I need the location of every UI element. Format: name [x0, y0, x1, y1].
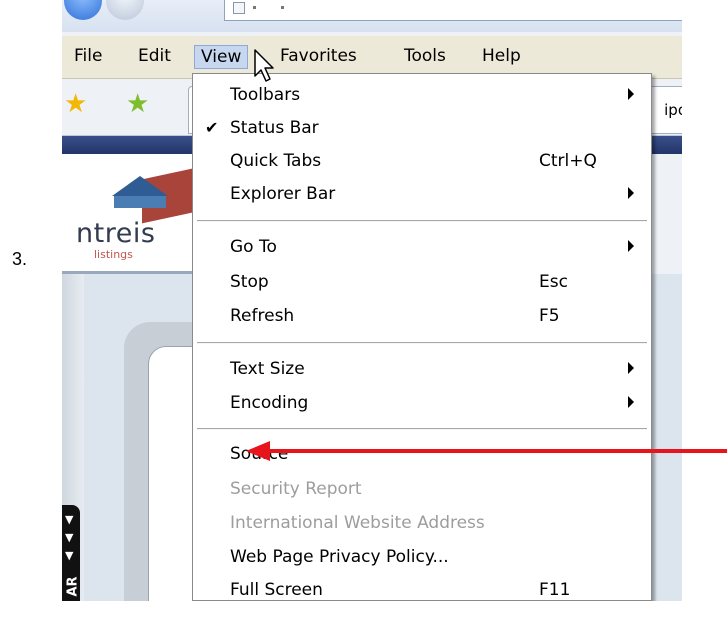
- menu-item-refresh[interactable]: Refresh F5: [193, 300, 651, 333]
- menu-item-label: Quick Tabs: [230, 151, 322, 171]
- menu-item-go-to[interactable]: Go To: [193, 231, 651, 264]
- add-favorites-icon[interactable]: ★: [126, 91, 149, 117]
- checkmark-icon: ✔: [205, 118, 219, 137]
- menu-item-label: Security Report: [230, 479, 362, 499]
- menu-item-text-size[interactable]: Text Size: [193, 353, 651, 386]
- menu-item-label: Encoding: [230, 393, 309, 413]
- favorites-star-icon[interactable]: ★: [64, 91, 87, 117]
- menu-item-shortcut: F5: [539, 306, 560, 326]
- menu-edit[interactable]: Edit: [132, 45, 177, 67]
- menu-item-security-report: Security Report: [193, 473, 651, 506]
- menu-item-quick-tabs[interactable]: Quick Tabs Ctrl+Q: [193, 145, 651, 178]
- menu-item-label: Text Size: [230, 359, 305, 379]
- side-panel-tab[interactable]: ▼ ▼ ▼ AR: [62, 505, 81, 601]
- menu-item-label: Full Screen: [230, 580, 323, 600]
- site-logo[interactable]: ntreis listings: [62, 154, 210, 274]
- address-bar[interactable]: [224, 0, 682, 21]
- address-text-fragment: [253, 6, 256, 9]
- logo-roof: [112, 176, 168, 196]
- logo-underline: [62, 271, 210, 274]
- menu-item-stop[interactable]: Stop Esc: [193, 266, 651, 299]
- menu-item-shortcut: Ctrl+Q: [539, 151, 597, 171]
- menu-view[interactable]: View: [194, 45, 249, 69]
- submenu-arrow-icon: [628, 240, 634, 252]
- expand-arrow-icon: ▼: [65, 513, 74, 526]
- logo-tagline: listings: [94, 248, 133, 261]
- step-number: 3.: [12, 249, 28, 269]
- menu-separator: [197, 342, 647, 344]
- expand-arrow-icon: ▼: [65, 531, 74, 544]
- menu-item-label: International Website Address: [230, 513, 485, 533]
- menu-favorites[interactable]: Favorites: [274, 45, 363, 67]
- menu-item-explorer-bar[interactable]: Explorer Bar: [193, 178, 651, 211]
- side-panel-label: AR: [65, 576, 81, 597]
- menu-item-status-bar[interactable]: ✔ Status Bar: [193, 112, 651, 145]
- address-text-fragment: [281, 6, 284, 9]
- menu-item-privacy-policy[interactable]: Web Page Privacy Policy...: [193, 541, 651, 574]
- menu-help[interactable]: Help: [476, 45, 527, 67]
- menu-item-label: Status Bar: [230, 118, 319, 138]
- menu-file[interactable]: File: [68, 45, 108, 67]
- menu-item-encoding[interactable]: Encoding: [193, 387, 651, 420]
- menu-item-label: Stop: [230, 272, 269, 292]
- logo-building-blue: [114, 196, 166, 208]
- submenu-arrow-icon: [628, 88, 634, 100]
- menu-item-label: Web Page Privacy Policy...: [230, 547, 449, 567]
- submenu-arrow-icon: [628, 187, 634, 199]
- logo-brand: ntreis: [76, 218, 156, 249]
- forward-button[interactable]: [106, 0, 144, 20]
- browser-screenshot: File Edit View Favorites Tools Help ★ ★ …: [62, 0, 682, 601]
- mouse-pointer-icon: [254, 49, 274, 82]
- menu-item-shortcut: Esc: [539, 272, 568, 292]
- menu-separator: [197, 220, 647, 222]
- menu-item-international-website-address: International Website Address: [193, 507, 651, 540]
- menu-item-shortcut: F11: [539, 580, 571, 600]
- menu-tools[interactable]: Tools: [398, 45, 452, 67]
- tab-title: ipo: [664, 101, 682, 119]
- menu-item-full-screen[interactable]: Full Screen F11: [193, 574, 651, 601]
- back-button[interactable]: [64, 0, 102, 20]
- page-icon: [233, 2, 245, 14]
- menu-item-label: Toolbars: [230, 85, 301, 105]
- view-menu-dropdown: Toolbars ✔ Status Bar Quick Tabs Ctrl+Q …: [192, 73, 652, 601]
- address-area: [62, 0, 682, 32]
- expand-arrow-icon: ▼: [65, 549, 74, 562]
- submenu-arrow-icon: [628, 362, 634, 374]
- submenu-arrow-icon: [628, 396, 634, 408]
- menu-item-label: Explorer Bar: [230, 184, 336, 204]
- menu-item-label: Go To: [230, 237, 277, 257]
- menu-separator: [197, 428, 647, 430]
- red-arrow-annotation: [246, 441, 727, 461]
- menu-item-label: Refresh: [230, 306, 295, 326]
